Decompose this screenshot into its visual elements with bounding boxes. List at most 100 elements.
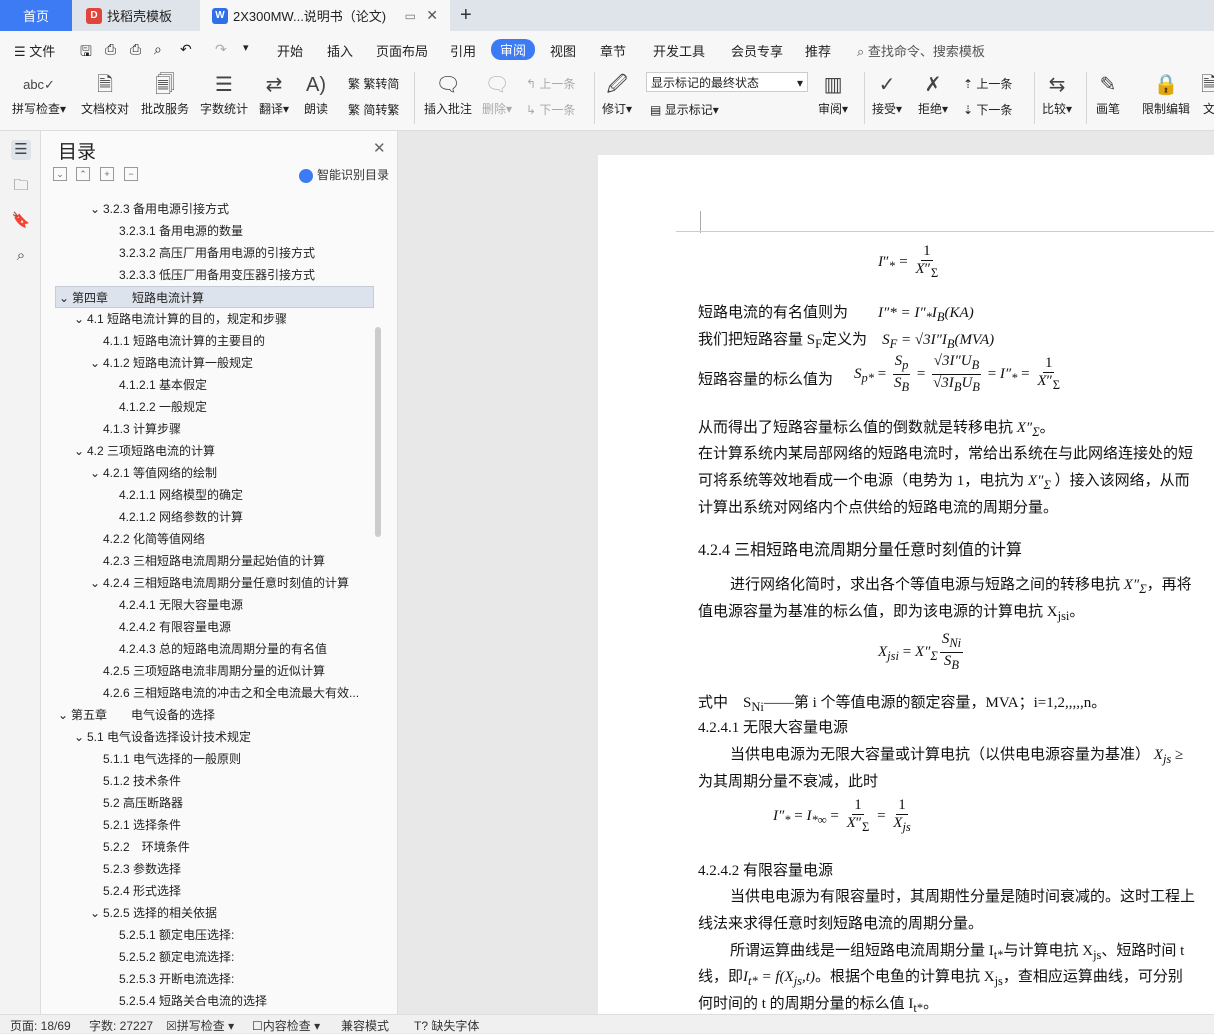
toc-item[interactable]: 4.1.1 短路电流计算的主要目的 <box>41 330 371 352</box>
toc-item[interactable]: 5.2.4 形式选择 <box>41 880 371 902</box>
doc-check-button[interactable]: 🗎 文档校对 <box>81 70 129 117</box>
toc-item[interactable]: 4.2.3 三相短路电流周期分量起始值的计算 <box>41 550 371 572</box>
menu-review[interactable]: 审阅 <box>491 39 536 60</box>
toc-item[interactable]: 5.2 高压断路器 <box>41 792 371 814</box>
chevron-down-icon[interactable]: ⌄ <box>87 352 103 374</box>
undo-icon[interactable]: ↶ <box>180 41 192 58</box>
toc-item[interactable]: 4.2.1.2 网络参数的计算 <box>41 506 371 528</box>
chevron-down-icon[interactable]: ⌄ <box>56 287 72 307</box>
toc-item[interactable]: ⌄ 5.2.5 选择的相关依据 <box>41 902 371 924</box>
compat-mode-status[interactable]: 兼容模式 <box>341 1017 389 1034</box>
search-icon[interactable]: ⌕ <box>11 247 31 267</box>
collapse-icon[interactable]: − <box>124 167 138 181</box>
toc-scrollbar[interactable] <box>375 327 381 537</box>
menu-references[interactable]: 引用 <box>450 41 476 60</box>
tab-templates[interactable]: D 找稻壳模板 <box>72 0 200 31</box>
toc-item[interactable]: ⌄ 第四章 短路电流计算 <box>55 286 374 308</box>
insert-comment-button[interactable]: 🗨 插入批注 <box>424 70 472 117</box>
toc-item[interactable]: ⌄ 5.1 电气设备选择设计技术规定 <box>41 726 371 748</box>
quick-access-more-icon[interactable]: ▾ <box>243 41 249 54</box>
track-changes-button[interactable]: 🖉 修订▾ <box>602 70 632 117</box>
toc-item[interactable]: 4.1.2.2 一般规定 <box>41 396 371 418</box>
next-comment-button[interactable]: ↳ 下一条 <box>526 101 575 118</box>
bookmark-icon[interactable]: 🔖 <box>11 211 31 231</box>
new-tab-icon[interactable]: + <box>460 4 472 27</box>
trad-to-simp-button[interactable]: 繁 繁转简 <box>348 75 399 92</box>
toc-item[interactable]: 5.1.1 电气选择的一般原则 <box>41 748 371 770</box>
compare-button[interactable]: ⇆ 比较▾ <box>1042 70 1072 117</box>
chevron-down-icon[interactable]: ⌄ <box>87 198 103 220</box>
tab-document[interactable]: W 2X300MW...说明书（论文) ▭ ✕ <box>200 0 450 31</box>
toc-item[interactable]: ⌄ 3.2.3 备用电源引接方式 <box>41 198 371 220</box>
toc-item[interactable]: ⌄ 第五章 电气设备的选择 <box>41 704 371 726</box>
chevron-down-icon[interactable]: ⌄ <box>71 440 87 462</box>
toc-item[interactable]: ⌄ 4.1 短路电流计算的目的，规定和步骤 <box>41 308 371 330</box>
toc-item[interactable]: 4.1.2.1 基本假定 <box>41 374 371 396</box>
delete-comment-button[interactable]: 🗨 删除▾ <box>482 70 512 117</box>
toc-item[interactable]: 5.1.2 技术条件 <box>41 770 371 792</box>
export-pdf-icon[interactable]: ⎙ <box>105 41 116 58</box>
toc-item[interactable]: ⌄ 4.2 三项短路电流的计算 <box>41 440 371 462</box>
display-state-select[interactable]: 显示标记的最终状态 ▾ <box>646 72 808 92</box>
chevron-down-icon[interactable]: ⌄ <box>87 572 103 594</box>
toc-panel-icon[interactable]: ☰ <box>11 140 31 160</box>
pen-button[interactable]: ✎ 画笔 <box>1096 70 1120 117</box>
close-icon[interactable]: ✕ <box>426 7 438 24</box>
spell-check-status[interactable]: ☒拼写检查 ▾ <box>166 1017 234 1034</box>
expand-icon[interactable]: + <box>100 167 114 181</box>
toc-item[interactable]: ⌄ 4.2.1 等值网络的绘制 <box>41 462 371 484</box>
chevron-down-icon[interactable]: ⌄ <box>87 462 103 484</box>
file-menu[interactable]: ☰ 文件 <box>14 41 55 60</box>
prev-comment-button[interactable]: ↰ 上一条 <box>526 75 575 92</box>
toc-item[interactable]: ⌄ 4.1.2 短路电流计算一般规定 <box>41 352 371 374</box>
toc-item[interactable]: 5.2.5.4 短路关合电流的选择 <box>41 990 371 1012</box>
menu-section[interactable]: 章节 <box>600 41 626 60</box>
translate-button[interactable]: ⇄ 翻译▾ <box>259 70 289 117</box>
menu-start[interactable]: 开始 <box>277 41 303 60</box>
prev-change-button[interactable]: ⇡ 上一条 <box>963 75 1012 92</box>
word-count-indicator[interactable]: 字数: 27227 <box>89 1017 153 1034</box>
toc-item[interactable]: 3.2.3.3 低压厂用备用变压器引接方式 <box>41 264 371 286</box>
toc-item[interactable]: 4.2.2 化简等值网络 <box>41 528 371 550</box>
collapse-all-icon[interactable]: ⌄ <box>53 167 67 181</box>
chevron-down-icon[interactable]: ⌄ <box>71 308 87 330</box>
toc-item[interactable]: 5.2.5.1 额定电压选择: <box>41 924 371 946</box>
smart-toc-button[interactable]: 智能识别目录 <box>299 166 389 183</box>
word-count-button[interactable]: ☰ 字数统计 <box>200 70 248 117</box>
redo-icon[interactable]: ↷ <box>215 41 227 58</box>
chevron-down-icon[interactable]: ⌄ <box>55 704 71 726</box>
reject-button[interactable]: ✗ 拒绝▾ <box>918 70 948 117</box>
content-check-status[interactable]: ☐内容检查 ▾ <box>252 1017 320 1034</box>
toc-item[interactable]: 5.2.2 环境条件 <box>41 836 371 858</box>
tab-home[interactable]: 首页 <box>0 0 72 31</box>
toc-item[interactable]: 3.2.3.1 备用电源的数量 <box>41 220 371 242</box>
toc-item[interactable]: 5.2.5.3 开断电流选择: <box>41 968 371 990</box>
next-change-button[interactable]: ⇣ 下一条 <box>963 101 1012 118</box>
toc-item[interactable]: 4.2.6 三相短路电流的冲击之和全电流最大有效... <box>41 682 371 704</box>
window-restore-icon[interactable]: ▭ <box>405 9 416 23</box>
restrict-edit-button[interactable]: 🔒 限制编辑 <box>1142 70 1190 117</box>
toc-item[interactable]: 4.2.4.3 总的短路电流周期分量的有名值 <box>41 638 371 660</box>
accept-button[interactable]: ✓ 接受▾ <box>872 70 902 117</box>
toc-item[interactable]: 3.2.3.2 高压厂用备用电源的引接方式 <box>41 242 371 264</box>
missing-font-status[interactable]: T? 缺失字体 <box>414 1017 479 1034</box>
simp-to-trad-button[interactable]: 繁 简转繁 <box>348 101 399 118</box>
print-icon[interactable]: ⎙ <box>130 41 141 58</box>
toc-item[interactable]: 5.2.3 参数选择 <box>41 858 371 880</box>
expand-up-icon[interactable]: ⌃ <box>76 167 90 181</box>
toc-item[interactable]: 5.2.5.2 额定电流选择: <box>41 946 371 968</box>
show-markup-button[interactable]: ▤ 显示标记▾ <box>650 101 719 118</box>
chevron-down-icon[interactable]: ⌄ <box>71 726 87 748</box>
search-box[interactable]: ⌕ 查找命令、搜索模板 <box>857 41 985 60</box>
toc-item[interactable]: 4.1.3 计算步骤 <box>41 418 371 440</box>
menu-insert[interactable]: 插入 <box>327 41 353 60</box>
save-icon[interactable]: 🖫 <box>80 41 92 65</box>
print-preview-icon[interactable]: ⌕ <box>154 41 162 58</box>
spell-check-button[interactable]: abc✓ 拼写检查▾ <box>12 70 66 117</box>
menu-page-layout[interactable]: 页面布局 <box>376 41 428 60</box>
toc-item[interactable]: 4.2.1.1 网络模型的确定 <box>41 484 371 506</box>
toc-item[interactable]: ⌄ 4.2.4 三相短路电流周期分量任意时刻值的计算 <box>41 572 371 594</box>
read-aloud-button[interactable]: A) 朗读 <box>304 70 328 117</box>
toc-item[interactable]: 4.2.4.2 有限容量电源 <box>41 616 371 638</box>
menu-member[interactable]: 会员专享 <box>731 41 783 60</box>
